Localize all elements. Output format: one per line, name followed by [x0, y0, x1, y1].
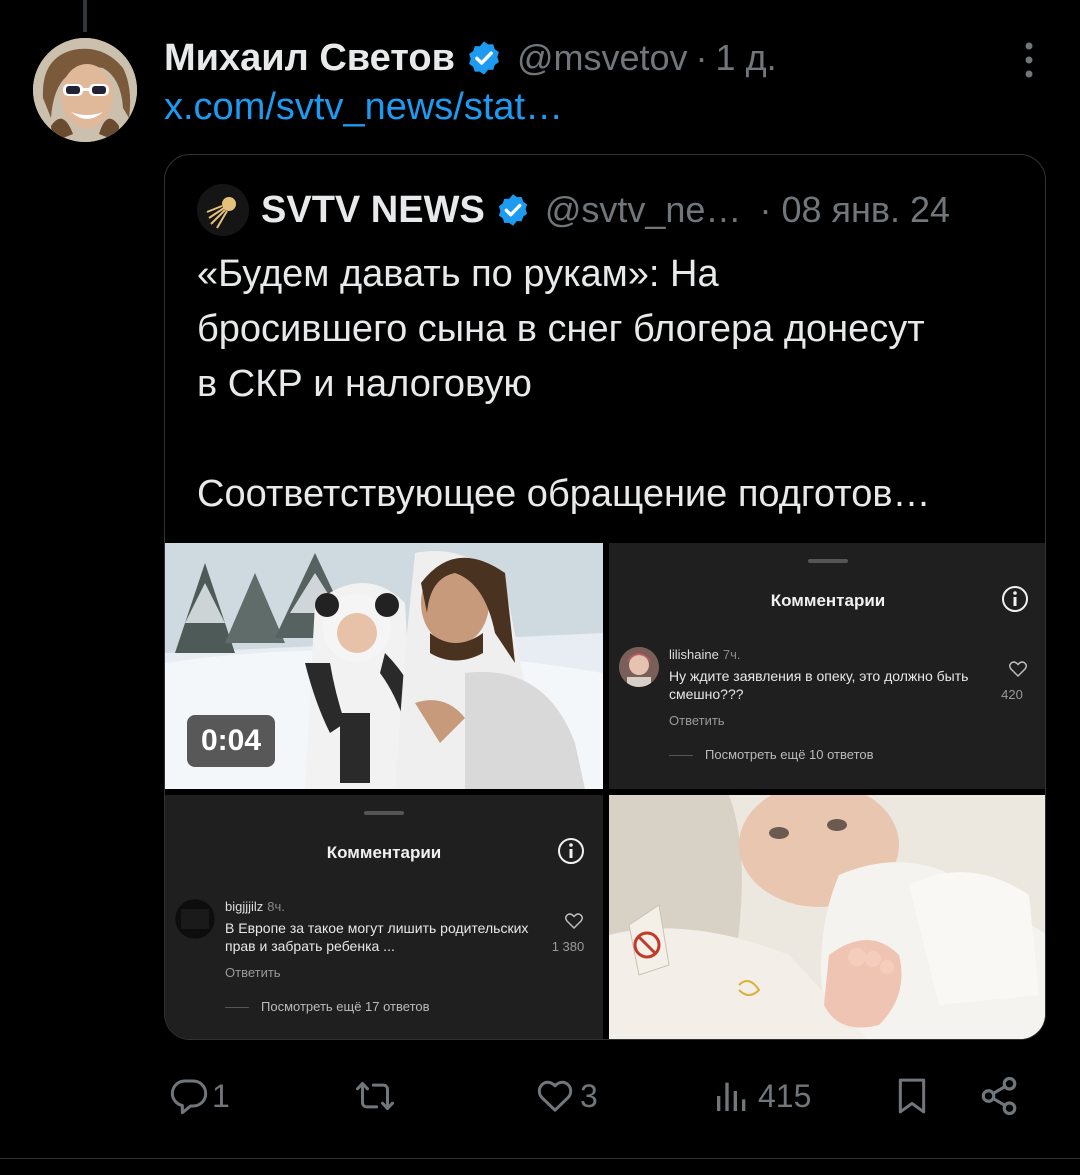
view-more-replies: Посмотреть ещё 10 ответов — [705, 747, 874, 762]
tweet-link[interactable]: x.com/svtv_news/stat… — [164, 86, 563, 129]
like-count: 3 — [580, 1077, 598, 1114]
divider — [225, 1007, 249, 1008]
bookmark-button[interactable] — [892, 1066, 932, 1126]
commenter-avatar — [619, 647, 659, 687]
quoted-tweet-date: 08 янв. 24 — [781, 189, 951, 230]
separator-dot: · — [695, 37, 708, 78]
author-name[interactable]: Михаил Светов — [164, 37, 455, 80]
comment-text: В Европе за такое могут лишить родительс… — [225, 920, 529, 954]
author-avatar[interactable] — [33, 38, 137, 142]
comment-likes: 420 — [1001, 687, 1023, 702]
divider — [0, 1158, 1080, 1159]
video-thumbnail[interactable]: 0:04 — [165, 543, 603, 789]
heart-icon — [537, 1080, 573, 1112]
reply-button[interactable]: 1 — [168, 1066, 230, 1126]
commenter-username: lilishaine 7ч. — [669, 647, 741, 662]
quoted-author-name: SVTV NEWS — [261, 188, 485, 231]
share-icon — [981, 1076, 1017, 1116]
quoted-tweet-header: SVTV NEWS @svtv_ne… · 08 янв. 24 — [197, 183, 1015, 237]
share-button[interactable] — [978, 1066, 1020, 1126]
quoted-text-line: в СКР и налоговую — [197, 363, 532, 405]
commenter-username: bigjjjilz 8ч. — [225, 899, 285, 914]
divider — [669, 755, 693, 756]
bookmark-icon — [898, 1078, 926, 1114]
info-icon — [558, 838, 584, 864]
info-icon — [1002, 586, 1028, 612]
quoted-text-line: «Будем давать по рукам»: На — [197, 253, 719, 295]
retweet-icon — [356, 1082, 394, 1110]
avatar-photo — [33, 38, 137, 142]
quoted-author-handle: @svtv_ne… — [544, 189, 742, 230]
baby-image — [609, 795, 1045, 1039]
comments-title: Комментарии — [326, 843, 442, 862]
commenter-avatar — [175, 899, 215, 939]
views-chart-icon — [717, 1082, 746, 1111]
heart-icon — [1009, 661, 1027, 677]
media-grid: 0:04 Комментарии lilishaine 7ч. Ну ждите… — [165, 543, 1045, 1039]
view-more-replies: Посмотреть ещё 17 ответов — [261, 999, 430, 1014]
author-handle[interactable]: @msvetov — [517, 37, 688, 79]
video-duration-badge: 0:04 — [187, 715, 276, 767]
comments-title: Комментарии — [770, 591, 886, 610]
sheet-drag-handle — [364, 811, 404, 815]
comment-reply-link: Ответить — [225, 965, 281, 980]
verified-badge-icon — [469, 41, 499, 75]
comment-likes: 1 380 — [551, 939, 585, 954]
tweet-time[interactable]: 1 д. — [716, 37, 777, 79]
tweet-action-bar: 1 3 415 — [164, 1066, 1034, 1126]
reply-count: 1 — [212, 1077, 230, 1114]
tweet-header: Михаил Светов @msvetov · 1 д. — [164, 30, 1040, 86]
verified-badge-icon — [498, 194, 527, 226]
retweet-button[interactable] — [352, 1066, 398, 1126]
separator-dot: · — [759, 189, 772, 230]
quoted-text-line: бросившего сына в снег блогера донесут — [197, 308, 925, 350]
views-count: 415 — [758, 1077, 812, 1114]
more-options-icon[interactable] — [1022, 40, 1036, 80]
quoted-text-line: Соответствующее обращение подготов… — [197, 473, 931, 515]
like-button[interactable]: 3 — [534, 1066, 598, 1126]
thread-connector-line — [83, 0, 87, 32]
quoted-tweet-card[interactable]: SVTV NEWS @svtv_ne… · 08 янв. 24 «Будем … — [164, 154, 1046, 1040]
quoted-tweet-text: «Будем давать по рукам»: На бросившего с… — [197, 247, 1027, 522]
svtv-logo-icon — [197, 184, 249, 236]
baby-photo[interactable] — [609, 795, 1045, 1039]
comment-screenshot-2[interactable]: Комментарии bigjjjilz 8ч. В Европе за так… — [165, 795, 603, 1039]
comment-reply-link: Ответить — [669, 713, 725, 728]
reply-icon — [170, 1079, 208, 1115]
views-button[interactable]: 415 — [712, 1066, 811, 1126]
comment-text: Ну ждите заявления в опеку, это должно б… — [669, 668, 969, 702]
heart-icon — [565, 913, 583, 929]
sheet-drag-handle — [808, 559, 848, 563]
comment-screenshot-1[interactable]: Комментарии lilishaine 7ч. Ну ждите заявл… — [609, 543, 1045, 789]
